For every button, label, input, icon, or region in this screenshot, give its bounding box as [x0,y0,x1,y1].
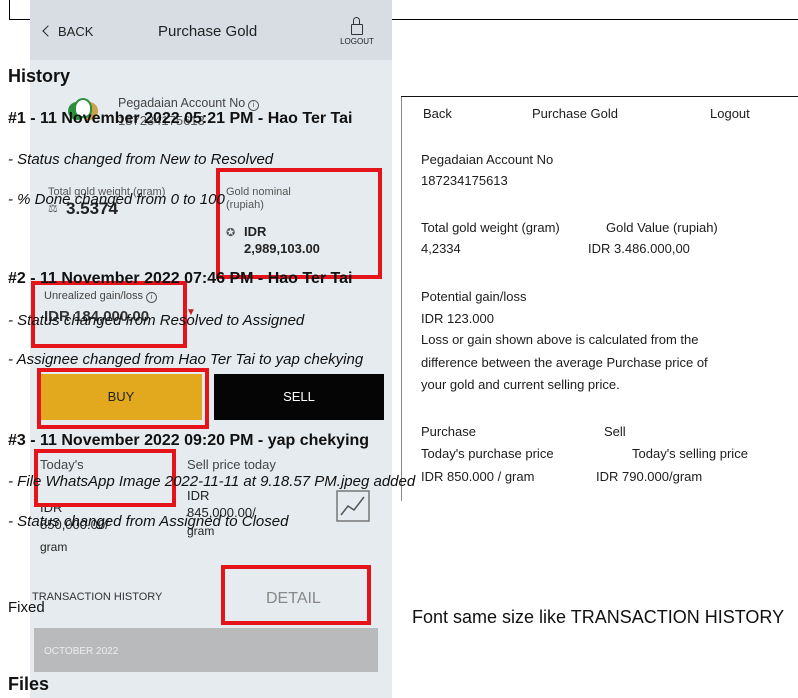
journal-header-1: #1 - 11 November 2022 05:21 PM - Hao Ter… [8,110,353,127]
sell-price-currency: IDR [187,488,210,503]
chevron-left-icon [42,25,54,37]
month-label: OCTOBER 2022 [44,646,119,657]
files-heading: Files [8,674,50,694]
journal-3-detail-1: - File WhatsApp Image 2022-11-11 at 9.18… [8,473,416,490]
ref-purchase-label: Purchase [421,424,476,439]
history-heading: History [8,66,71,86]
ref-title: Purchase Gold [532,106,618,121]
sell-button[interactable]: SELL [214,374,384,420]
ref-gain-value: IDR 123.000 [421,311,494,326]
font-size-note: Font same size like TRANSACTION HISTORY [412,607,785,627]
ref-back-label: Back [423,106,452,121]
ref-logout-label: Logout [710,106,750,121]
ref-note-line-2: difference between the average Purchase … [421,355,708,370]
ref-account-label: Pegadaian Account No [421,152,554,167]
journal-2-detail-2: - Assignee changed from Hao Ter Tai to y… [8,351,364,368]
lock-icon [351,17,363,35]
tab-transaction-history[interactable]: TRANSACTION HISTORY [32,591,162,603]
highlight-box-detail [221,565,371,625]
ref-value-value: IDR 3.486.000,00 [588,241,690,256]
journal-1-detail-1: - Status changed from New to Resolved [8,151,274,168]
ref-sell-label: Sell [604,424,626,439]
ref-today-purchase-label: Today's purchase price [421,446,554,461]
logout-label: LOGOUT [340,37,374,46]
ref-today-sell-value: IDR 790.000/gram [596,469,703,484]
highlight-box-buy [37,368,209,429]
frame-line-left [9,0,10,20]
back-button[interactable]: BACK [42,24,94,39]
journal-header-2: #2 - 11 November 2022 07:46 PM - Hao Ter… [8,270,353,287]
ref-note-line-3: your gold and current selling price. [421,377,620,392]
fixed-note: Fixed [8,599,45,616]
journal-1-detail-2: - % Done changed from 0 to 100 [8,191,225,208]
highlight-box-gold-nominal [216,168,382,279]
journal-header-3: #3 - 11 November 2022 09:20 PM - yap che… [8,432,370,449]
account-label: Pegadaian Account No i [118,96,260,111]
ref-today-sell-label: Today's selling price [632,446,748,461]
ref-gain-label: Potential gain/loss [421,289,527,304]
app-title: Purchase Gold [158,23,258,40]
reference-top-rule [401,96,798,97]
sell-price-label: Sell price today [187,457,276,472]
journal-2-detail-1: - Status changed from Resolved to Assign… [8,312,305,329]
ref-value-label: Gold Value (rupiah) [606,220,718,235]
purchase-price-unit: gram [40,540,68,554]
chart-trend-icon[interactable] [336,490,370,522]
ref-today-purchase-value: IDR 850.000 / gram [421,469,535,484]
ref-account-number: 187234175613 [421,173,508,188]
ref-note-line-1: Loss or gain shown above is calculated f… [421,332,699,347]
ref-weight-value: 4,2334 [421,241,461,256]
journal-3-detail-2: - Status changed from Assigned to Closed [8,513,289,530]
logout-button[interactable]: LOGOUT [334,17,380,46]
back-label: BACK [58,24,94,39]
ref-weight-label: Total gold weight (gram) [421,220,560,235]
